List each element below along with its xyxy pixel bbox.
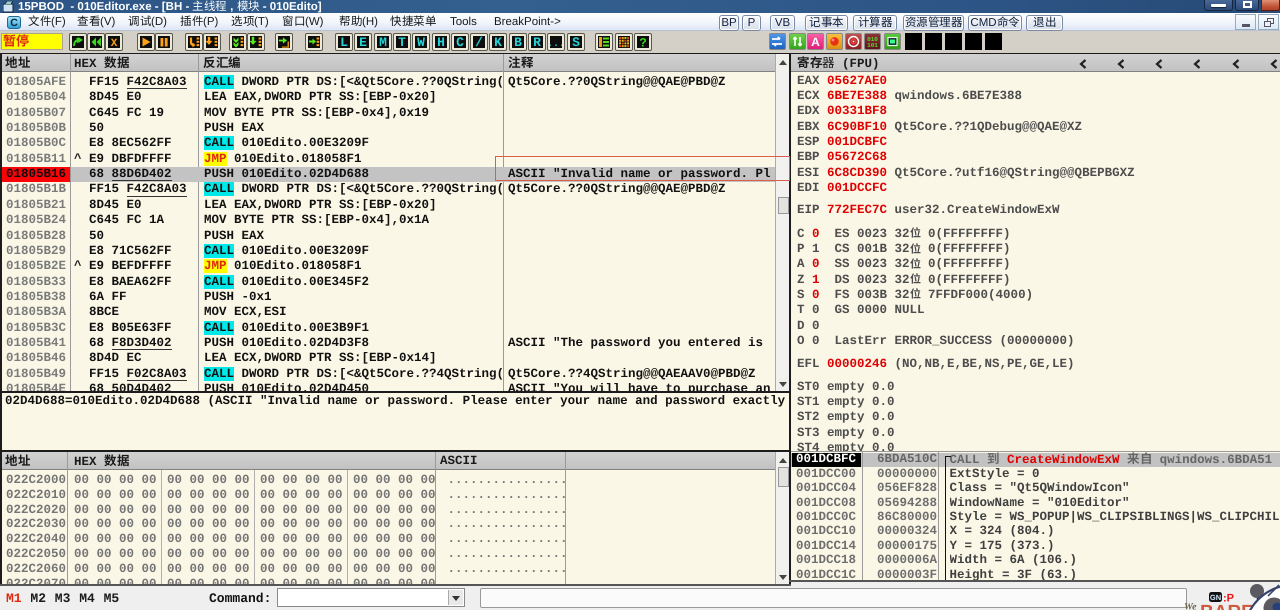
svg-text:BARE: BARE	[1200, 602, 1254, 610]
svg-text:/: /	[475, 36, 483, 48]
svg-text:C: C	[456, 36, 464, 48]
svg-text:A: A	[811, 35, 820, 49]
svg-text:W: W	[417, 36, 425, 48]
svg-text:...: ...	[550, 39, 562, 48]
svg-text:R: R	[533, 36, 541, 48]
svg-text:H: H	[437, 36, 445, 48]
svg-text:X: X	[111, 38, 118, 48]
svg-text:?: ?	[639, 36, 646, 48]
svg-text:E: E	[359, 36, 367, 48]
svg-text:We: We	[1184, 602, 1197, 610]
svg-text:L: L	[340, 36, 348, 48]
svg-text:101: 101	[867, 42, 878, 49]
svg-text:M: M	[379, 36, 387, 48]
svg-text:T: T	[398, 36, 406, 48]
svg-text:S: S	[572, 36, 580, 48]
svg-text:K: K	[494, 36, 502, 48]
svg-text:B: B	[514, 36, 522, 48]
svg-text:GN: GN	[1210, 593, 1221, 602]
